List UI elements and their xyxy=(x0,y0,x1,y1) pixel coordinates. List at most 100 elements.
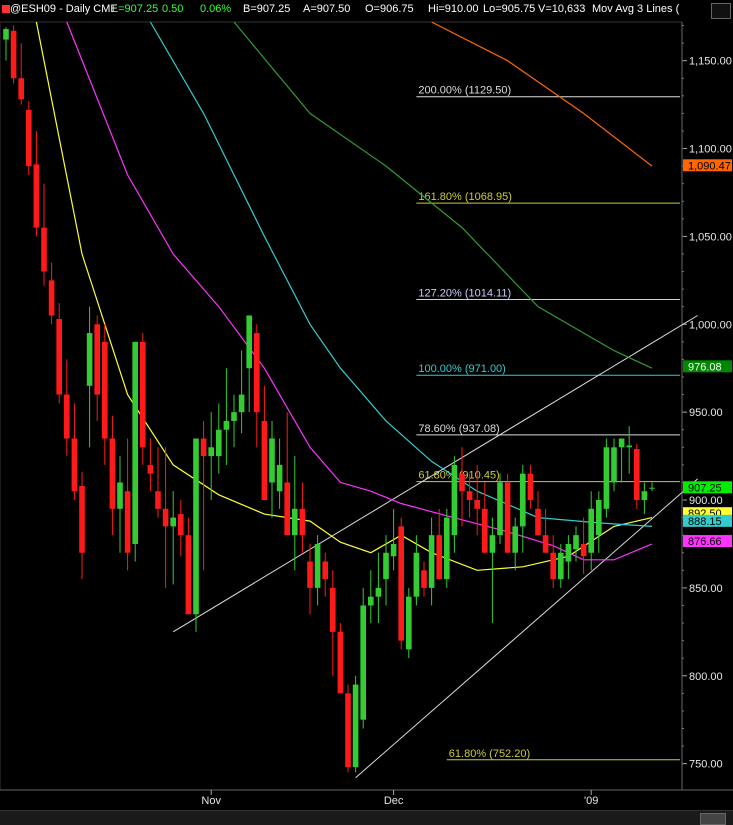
candle-body xyxy=(345,693,351,768)
candle-body xyxy=(246,315,252,369)
candle-body xyxy=(527,473,534,501)
candle-body xyxy=(466,491,473,501)
x-tick-label: Nov xyxy=(201,795,221,807)
candle-body xyxy=(276,464,283,492)
candle-body xyxy=(48,280,55,316)
candle-body xyxy=(292,508,298,536)
candle-body xyxy=(3,29,9,40)
candle-body xyxy=(117,482,123,509)
candle-body xyxy=(86,333,93,386)
candle-body xyxy=(208,447,214,457)
candle-body xyxy=(580,543,587,557)
candle-body xyxy=(573,535,579,550)
fib-level-label: 100.00% (971.00) xyxy=(418,363,505,375)
candle-body xyxy=(520,473,526,527)
candle-body xyxy=(231,412,237,421)
price-badge-label: 907.25 xyxy=(688,482,722,494)
fib-level-label: 78.60% (937.08) xyxy=(418,423,499,435)
candle-body xyxy=(413,552,420,597)
candle-body xyxy=(193,438,199,615)
price-badge-label: 1,090.47 xyxy=(688,160,731,172)
candle-body xyxy=(482,508,488,553)
candle-body xyxy=(26,109,32,167)
candle-body xyxy=(33,164,40,228)
candle-body xyxy=(352,684,359,768)
candle-body xyxy=(337,631,344,694)
candle-body xyxy=(603,447,610,509)
candle-body xyxy=(368,596,374,606)
y-tick-label: 900.00 xyxy=(689,495,723,507)
candle-body xyxy=(383,552,389,580)
candle-body xyxy=(436,535,442,580)
candle-body xyxy=(238,394,245,413)
price-chart[interactable]: 750.00 800.00 850.00 900.00 950.00 1,000.00 1,… xyxy=(0,0,733,824)
y-tick-label: 1,100.00 xyxy=(689,144,732,156)
fib-level-label: 61.80% (752.20) xyxy=(449,748,530,760)
candle-body xyxy=(451,464,458,536)
candle-body xyxy=(322,561,328,580)
y-tick-label: 750.00 xyxy=(689,759,723,771)
candle-body xyxy=(649,487,655,489)
scroll-bar[interactable] xyxy=(0,810,733,825)
candle-body xyxy=(185,535,192,615)
y-tick-label: 800.00 xyxy=(689,671,723,683)
candle-body xyxy=(200,438,207,457)
candle-body xyxy=(497,482,503,536)
candle-body xyxy=(550,552,556,580)
candle-body xyxy=(56,319,62,395)
candle-body xyxy=(132,341,138,544)
candle-body xyxy=(330,587,336,632)
candle-body xyxy=(360,605,366,720)
candle-body xyxy=(390,543,397,557)
candle-body xyxy=(140,341,146,448)
candle-body xyxy=(375,587,382,597)
candle-body xyxy=(94,324,100,395)
y-tick-label: 1,000.00 xyxy=(689,319,732,331)
candle-body xyxy=(254,333,260,413)
candle-body xyxy=(269,438,275,483)
candle-body xyxy=(307,561,313,588)
x-tick-label: Dec xyxy=(384,795,404,807)
candle-body xyxy=(223,420,230,430)
candle-body xyxy=(79,485,85,553)
candle-body xyxy=(102,341,108,439)
candle-body xyxy=(489,535,496,553)
candle-body xyxy=(596,500,602,536)
candle-body xyxy=(10,30,17,79)
candle-body xyxy=(155,491,161,509)
candle-body xyxy=(512,526,518,553)
candle-body xyxy=(626,445,632,448)
candle-body xyxy=(558,552,564,580)
candle-body xyxy=(284,482,290,536)
candle-body xyxy=(261,420,268,501)
price-badge-label: 976.08 xyxy=(688,361,722,373)
candle-body xyxy=(170,517,176,527)
candle-body xyxy=(444,517,450,580)
moving-average-line xyxy=(35,21,653,571)
fib-level-label: 200.00% (1129.50) xyxy=(418,85,511,97)
candle-body xyxy=(588,508,594,553)
candle-body xyxy=(71,438,78,492)
candle-body xyxy=(618,438,625,448)
candle-body xyxy=(611,447,617,483)
fib-level-label: 127.20% (1014.11) xyxy=(418,287,511,299)
x-tick-label: '09 xyxy=(584,795,598,807)
price-badge-label: 888.15 xyxy=(688,516,722,528)
y-tick-label: 1,050.00 xyxy=(689,231,732,243)
candle-body xyxy=(109,438,116,509)
fib-level-label: 161.80% (1068.95) xyxy=(418,191,512,203)
candle-body xyxy=(634,449,640,501)
candle-body xyxy=(162,508,169,527)
candle-body xyxy=(398,526,404,641)
candle-body xyxy=(542,535,549,553)
candle-body xyxy=(314,543,321,588)
candle-body xyxy=(565,543,572,562)
scroll-grip-icon[interactable] xyxy=(700,813,726,825)
candle-body xyxy=(124,491,131,553)
candle-body xyxy=(421,570,427,588)
y-tick-label: 1,150.00 xyxy=(689,56,732,68)
candle-body xyxy=(459,473,465,492)
moving-average-line xyxy=(66,21,653,561)
y-tick-label: 950.00 xyxy=(689,407,723,419)
price-badge-label: 876.66 xyxy=(688,536,722,548)
